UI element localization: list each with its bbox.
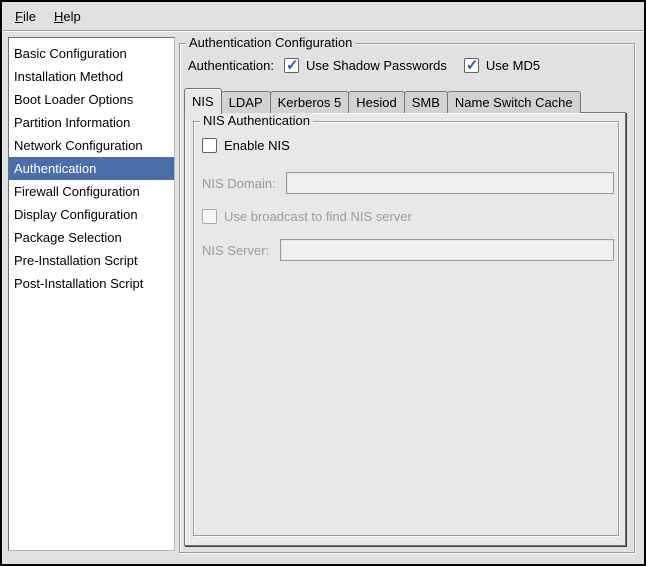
use-shadow-passwords-group: Use Shadow Passwords: [284, 58, 447, 73]
sidebar-item-partition-information[interactable]: Partition Information: [9, 111, 174, 134]
authentication-configuration-frame-title: Authentication Configuration: [186, 35, 355, 51]
menubar-separator: [2, 30, 644, 32]
tab-smb[interactable]: SMB: [404, 91, 448, 113]
use-shadow-passwords-label: Use Shadow Passwords: [306, 58, 447, 73]
sidebar-item-boot-loader-options[interactable]: Boot Loader Options: [9, 88, 174, 111]
tab-hesiod[interactable]: Hesiod: [348, 91, 404, 113]
nis-server-row: NIS Server:: [202, 239, 614, 261]
category-list: Basic Configuration Installation Method …: [8, 37, 175, 551]
use-md5-checkbox[interactable]: [464, 58, 479, 73]
use-broadcast-label: Use broadcast to find NIS server: [224, 209, 412, 224]
tab-nis[interactable]: NIS: [184, 88, 222, 114]
sidebar-item-basic-configuration[interactable]: Basic Configuration: [9, 42, 174, 65]
use-shadow-passwords-checkbox[interactable]: [284, 58, 299, 73]
use-broadcast-checkbox: [202, 209, 217, 224]
nis-server-label: NIS Server:: [202, 243, 280, 258]
authentication-configuration-frame: Authentication Configuration Authenticat…: [179, 43, 635, 553]
tab-kerberos-5[interactable]: Kerberos 5: [270, 91, 350, 113]
tab-name-switch-cache[interactable]: Name Switch Cache: [447, 91, 581, 113]
sidebar-item-firewall-configuration[interactable]: Firewall Configuration: [9, 180, 174, 203]
tab-ldap[interactable]: LDAP: [221, 91, 271, 113]
sidebar-item-installation-method[interactable]: Installation Method: [9, 65, 174, 88]
use-md5-group: Use MD5: [464, 58, 540, 73]
use-md5-label: Use MD5: [486, 58, 540, 73]
enable-nis-row: Enable NIS: [202, 138, 610, 153]
nis-authentication-frame: NIS Authentication Enable NIS NIS Domain…: [193, 121, 619, 536]
menu-help[interactable]: Help: [49, 6, 86, 27]
nis-authentication-frame-title: NIS Authentication: [200, 113, 313, 129]
authentication-options-row: Authentication: Use Shadow Passwords Use…: [188, 58, 540, 73]
nis-server-input: [280, 239, 614, 261]
sidebar-item-pre-installation-script[interactable]: Pre-Installation Script: [9, 249, 174, 272]
sidebar-item-authentication[interactable]: Authentication: [9, 157, 174, 180]
menubar: File Help: [2, 2, 644, 30]
kickstart-configurator-window: File Help Basic Configuration Installati…: [0, 0, 646, 566]
nis-domain-label: NIS Domain:: [202, 176, 286, 191]
nis-domain-input: [286, 172, 614, 194]
sidebar-item-package-selection[interactable]: Package Selection: [9, 226, 174, 249]
enable-nis-checkbox[interactable]: [202, 138, 217, 153]
authentication-caption: Authentication:: [188, 58, 274, 73]
sidebar-item-network-configuration[interactable]: Network Configuration: [9, 134, 174, 157]
sidebar-item-display-configuration[interactable]: Display Configuration: [9, 203, 174, 226]
nis-domain-row: NIS Domain:: [202, 172, 614, 194]
sidebar-item-post-installation-script[interactable]: Post-Installation Script: [9, 272, 174, 295]
authentication-notebook: NIS LDAP Kerberos 5 Hesiod SMB Name Swit…: [184, 88, 626, 546]
enable-nis-label: Enable NIS: [224, 138, 290, 153]
menu-file[interactable]: File: [10, 6, 41, 27]
nis-tab-page: NIS Authentication Enable NIS NIS Domain…: [184, 112, 626, 546]
use-broadcast-row: Use broadcast to find NIS server: [202, 209, 610, 224]
tab-strip: NIS LDAP Kerberos 5 Hesiod SMB Name Swit…: [184, 88, 626, 113]
